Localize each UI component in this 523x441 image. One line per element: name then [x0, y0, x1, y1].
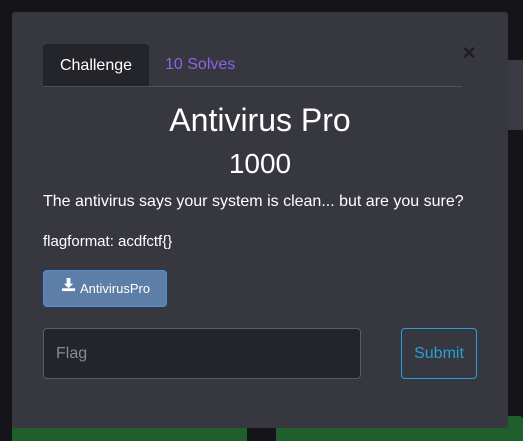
background-card-edge — [508, 60, 523, 130]
download-file-button[interactable]: AntivirusPro — [43, 270, 167, 307]
tab-challenge[interactable]: Challenge — [43, 44, 149, 86]
tab-solves[interactable]: 10 Solves — [149, 44, 251, 86]
flag-input[interactable] — [43, 328, 361, 379]
download-file-label: AntivirusPro — [80, 281, 151, 296]
flag-format-note: flagformat: acdfctf{} — [43, 233, 173, 250]
challenge-title: Antivirus Pro — [169, 102, 351, 138]
challenge-modal: Challenge 10 Solves × Antivirus Pro 1000… — [12, 12, 508, 428]
download-icon — [61, 270, 76, 305]
challenge-description: The antivirus says your system is clean.… — [43, 193, 464, 210]
challenge-points: 1000 — [228, 148, 292, 179]
submit-button[interactable]: Submit — [401, 328, 477, 379]
close-icon[interactable]: × — [461, 42, 477, 64]
modal-tabs: Challenge 10 Solves — [43, 44, 462, 87]
